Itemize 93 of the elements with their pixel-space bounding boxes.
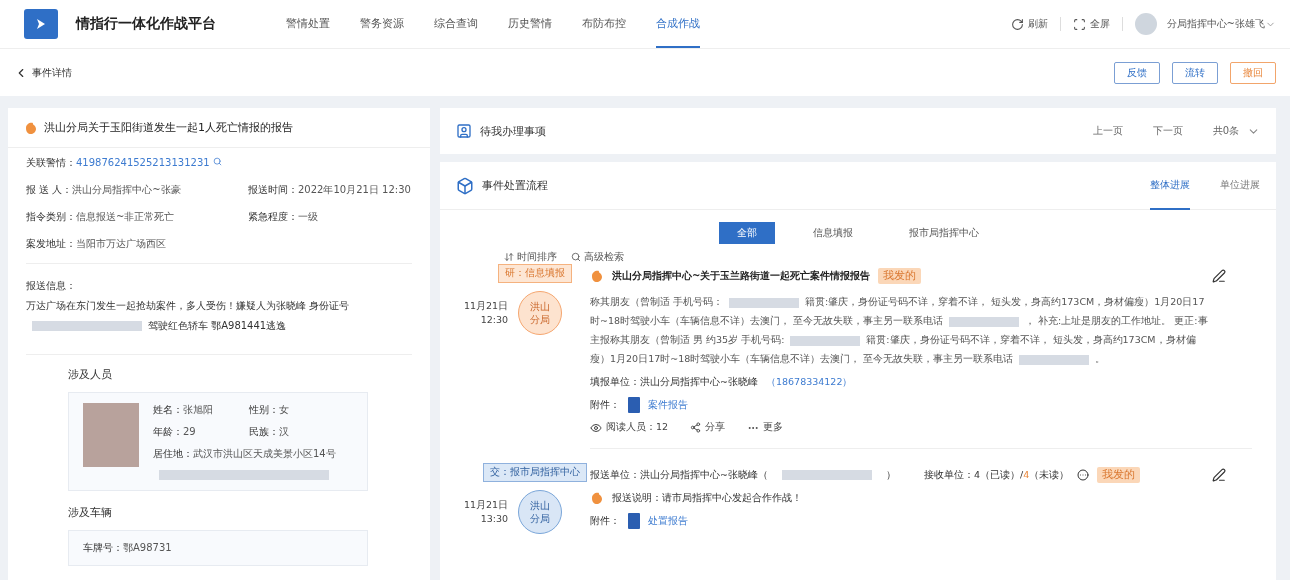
step-tag: 交：报市局指挥中心: [483, 463, 587, 482]
field-label: 紧急程度：: [248, 211, 298, 222]
item-count: 共0条: [1212, 124, 1239, 138]
field-label: 报送时间：: [248, 184, 298, 195]
search-button[interactable]: 高级检索: [571, 250, 624, 264]
refresh-icon: [1010, 17, 1024, 31]
field-label: 性别：: [249, 404, 279, 415]
cube-icon: [456, 176, 474, 195]
field-label: 姓名：: [153, 404, 183, 415]
photo-placeholder: [83, 403, 139, 467]
field-label: 报 送 人：: [26, 184, 73, 195]
view-tab[interactable]: 整体进展: [1150, 162, 1190, 210]
edit-icon[interactable]: [1212, 468, 1226, 482]
user-name[interactable]: 分局指挥中心~张雄飞: [1166, 17, 1265, 31]
action-button[interactable]: 流转: [1172, 61, 1218, 84]
unit-node: 洪山 分局: [518, 490, 563, 534]
fullscreen-button[interactable]: 全屏: [1060, 17, 1123, 31]
task-icon: [456, 123, 472, 139]
unit-node: 洪山 分局: [518, 291, 563, 335]
eye-icon: [590, 421, 602, 434]
more-icon[interactable]: [1077, 469, 1090, 481]
field-value: 武汉市洪山区天成美景小区14号: [193, 448, 336, 459]
nav-tab[interactable]: 警情处置: [286, 0, 330, 48]
alert-link[interactable]: 419876241525213131231: [76, 157, 210, 168]
nav-tab[interactable]: 历史警情: [508, 0, 552, 48]
description-text: 万达广场在东门发生一起抢劫案件，多人受伤！嫌疑人为张晓峰 身份证号 驾驶红色轿车 鄂A981441逃逸: [26, 299, 351, 333]
section-title: 涉及车辆: [68, 505, 113, 520]
field-label: 指令类别：: [26, 211, 76, 222]
search-icon: [571, 252, 581, 262]
field-label: 年龄：: [153, 426, 183, 437]
field-label: 车牌号：: [83, 542, 123, 553]
field-label: 案发地址：: [26, 238, 76, 249]
phone-link[interactable]: （18678334122）: [765, 376, 853, 389]
share-button[interactable]: 分享: [690, 421, 726, 434]
report-title: 洪山分局关于玉阳街道发生一起1人死亡情报的报告: [44, 120, 293, 135]
timestamp: 11月21日 13:30: [463, 498, 509, 526]
fullscreen-icon: [1072, 17, 1086, 31]
app-title: 情指行一体化作战平台: [76, 15, 217, 33]
status-tag: 我发的: [1097, 467, 1141, 483]
panel-title: 待我办理事项: [480, 123, 546, 139]
logo-icon: [24, 9, 58, 39]
nav-tab[interactable]: 警务资源: [360, 0, 404, 48]
field-value: 女: [279, 404, 289, 415]
field-label: 居住地：: [153, 448, 193, 459]
filler-text: 填报单位：洪山分局指挥中心~张晓峰: [590, 376, 758, 389]
field-label: 附件：: [590, 398, 620, 412]
search-icon[interactable]: [212, 157, 222, 166]
field-label: 民族：: [249, 426, 279, 437]
field-value: 张旭阳: [183, 404, 213, 415]
timestamp: 11月21日 12:30: [463, 299, 509, 327]
field-label: 附件：: [590, 514, 620, 528]
receiver-text: 接收单位：4（已读）/4（未读）: [923, 468, 1070, 482]
field-value: 洪山分局指挥中心~张豪: [72, 184, 181, 195]
filter-tab[interactable]: 报市局指挥中心: [891, 222, 997, 244]
refresh-button[interactable]: 刷新: [998, 17, 1061, 31]
filter-tab[interactable]: 全部: [719, 222, 775, 244]
note-text: 报送说明：请市局指挥中心发起合作作战！: [612, 491, 802, 505]
edit-icon[interactable]: [1212, 269, 1226, 283]
field-value: 鄂A98731: [123, 542, 172, 553]
back-link[interactable]: 事件详情: [14, 65, 72, 80]
description-text: 称其朋友（曾制适 手机号码： 籍贯:肇庆，身份证号码不详，穿着不详， 短头发，身高约173CM，身材偏瘦）1月20日17时~18时驾驶小车（车辆信息不详）去澳门， 至今无故失联，事主另一联系电话 ， 补充:上址是朋友的工作地址。 更正:事主报称其朋友（曾制适 男 约35岁 手机号码: 籍贯:肇庆，身份证号码不详，穿着不详， 短头发，身高约173CM，身材偏瘦）1月20日17时~18时驾驶小车（车辆信息不详）去澳门， 至今无故失联，事主另一联系电话 。: [590, 295, 1209, 367]
status-tag: 我发的: [878, 268, 922, 284]
step-tag: 研：信息填报: [498, 264, 572, 283]
field-value: 一级: [298, 211, 318, 222]
field-value: 汉: [279, 426, 289, 437]
prev-page-link[interactable]: 上一页: [1092, 124, 1123, 138]
next-page-link[interactable]: 下一页: [1152, 124, 1183, 138]
word-document-icon: [628, 397, 640, 413]
readers-button[interactable]: 阅读人员：12: [590, 421, 669, 434]
field-value: 29: [183, 426, 196, 437]
field-value: 信息报送~非正常死亡: [76, 211, 175, 222]
avatar: [1134, 13, 1157, 35]
view-tab[interactable]: 单位进展: [1220, 162, 1260, 210]
section-title: 涉及人员: [68, 367, 113, 382]
sort-icon: [504, 252, 514, 262]
nav-tab[interactable]: 综合查询: [434, 0, 478, 48]
field-value: 当阳市万达广场西区: [76, 238, 166, 249]
sort-button[interactable]: 时间排序: [504, 250, 557, 264]
sender-text: ）: [885, 468, 896, 482]
more-button[interactable]: 更多: [747, 421, 784, 434]
word-document-icon: [628, 513, 640, 529]
field-value: 2022年10月21日 12:30: [298, 184, 411, 195]
panel-title: 事件处置流程: [482, 178, 548, 193]
entry-title: 洪山分局指挥中心~关于玉兰路街道一起死亡案件情报报告: [612, 269, 871, 283]
attachment-link[interactable]: 案件报告: [648, 398, 688, 412]
field-label: 报送信息：: [26, 279, 77, 293]
nav-tab[interactable]: 布防布控: [582, 0, 626, 48]
share-icon: [690, 422, 702, 433]
field-label: 关联警情：: [26, 157, 76, 168]
action-button[interactable]: 反馈: [1114, 61, 1160, 84]
attachment-link[interactable]: 处置报告: [648, 514, 688, 528]
sender-text: 报送单位：洪山分局指挥中心~张晓峰（: [590, 468, 768, 482]
filter-tab[interactable]: 信息填报: [795, 222, 871, 244]
